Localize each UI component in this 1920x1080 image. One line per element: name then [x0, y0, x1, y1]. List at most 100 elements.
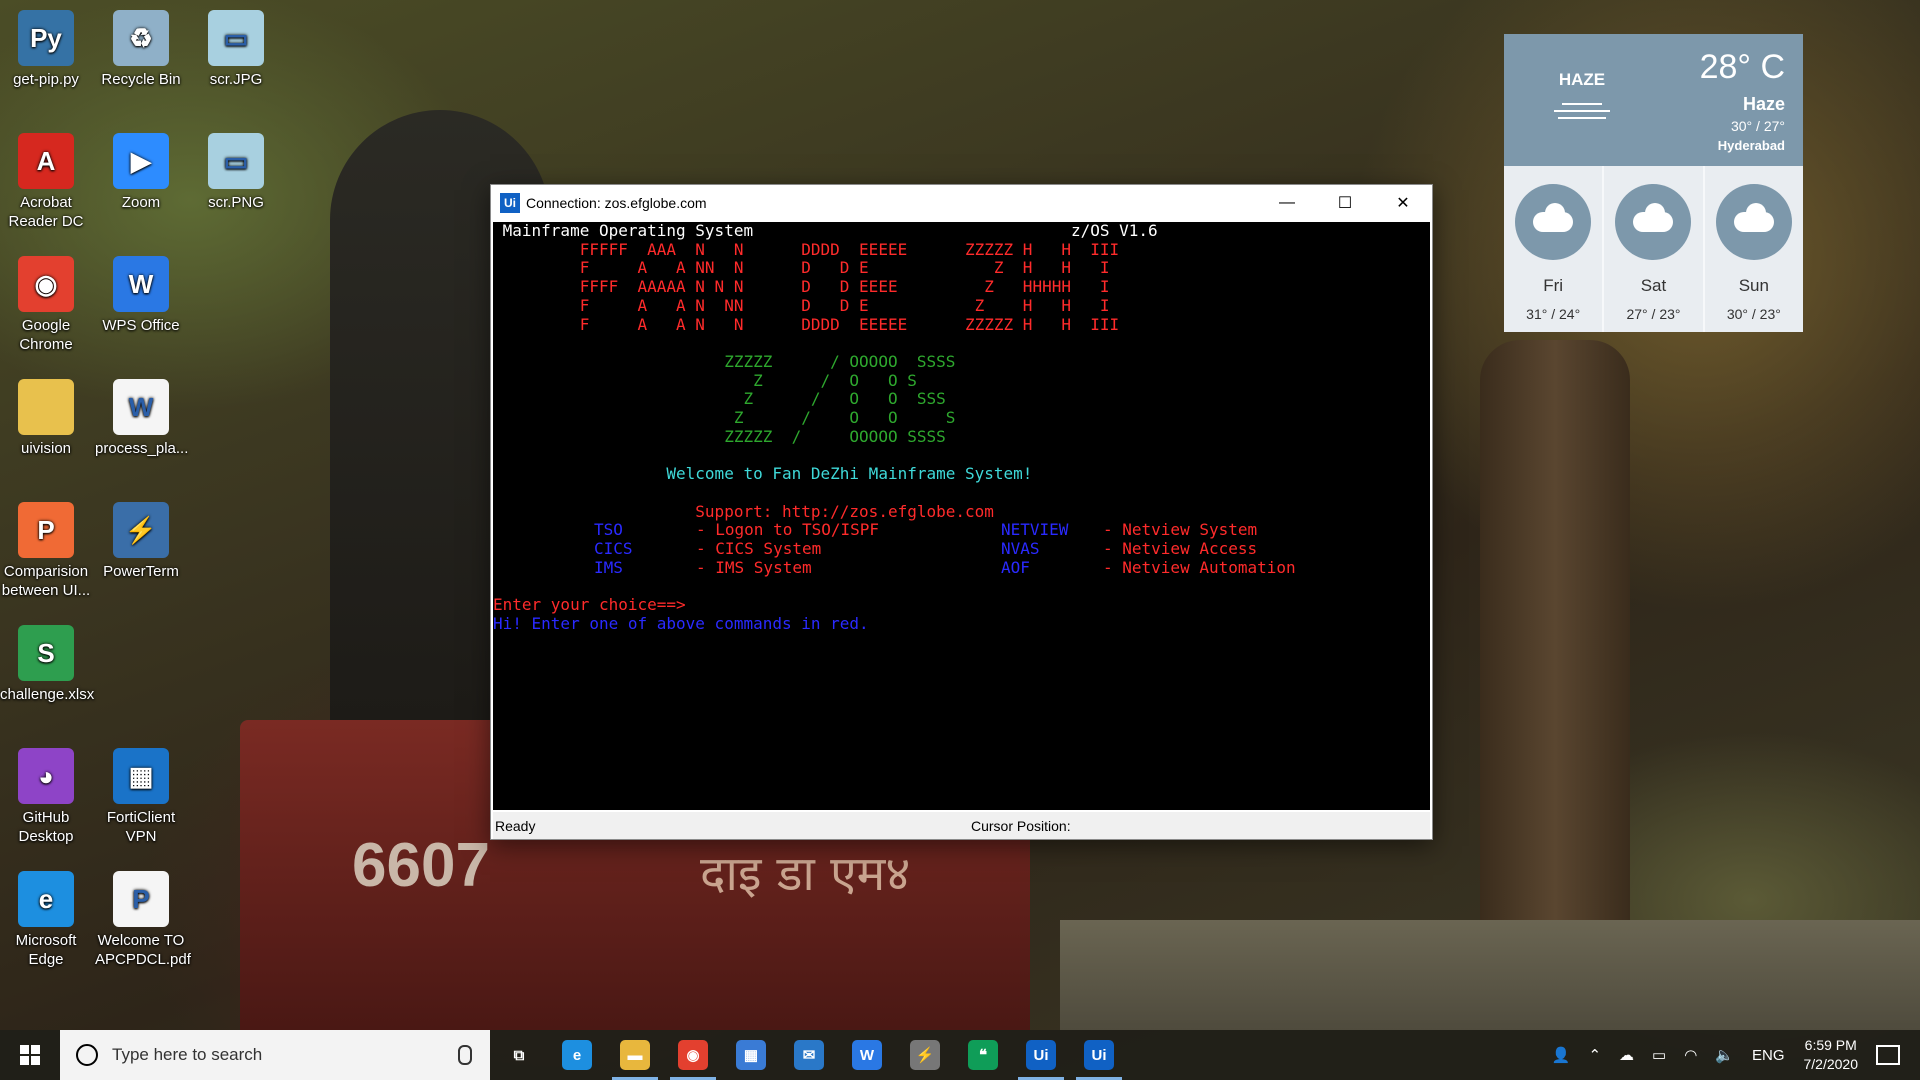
desktop-icon-label: Acrobat Reader DC — [8, 194, 84, 230]
weather-widget[interactable]: HAZE 28° C Haze 30° / 27° Hyderabad Fri … — [1504, 34, 1803, 332]
uipath-app-icon: Ui — [500, 193, 520, 213]
python-file-icon: Py — [18, 10, 74, 66]
taskbar-app-microsoft-store[interactable]: ▦ — [722, 1030, 780, 1080]
desktop-icon[interactable]: ⚡ PowerTerm — [95, 502, 187, 581]
github-desktop-icon: ◕ — [18, 748, 74, 804]
desktop-icon[interactable]: ▭ scr.PNG — [190, 133, 282, 212]
desktop-icon[interactable]: ♻ Recycle Bin — [95, 10, 187, 89]
pdf-file-icon: P — [113, 871, 169, 927]
cursor-position-label: Cursor Position: — [971, 818, 1071, 834]
menu-command[interactable]: TSO — [594, 520, 623, 540]
chevron-up-icon[interactable]: ⌃ — [1588, 1046, 1601, 1064]
weather-current: HAZE 28° C Haze 30° / 27° Hyderabad — [1504, 34, 1803, 166]
menu-command[interactable]: AOF — [1001, 558, 1030, 578]
desktop-icon[interactable]: Wprocess_pla... — [95, 379, 188, 458]
terminal-line: F A A N N DDDD EEEEE ZZZZZ H H III — [493, 314, 1120, 334]
desktop-icon[interactable]: e Microsoft Edge — [0, 871, 92, 969]
taskbar-app-file-explorer[interactable]: ▬ — [606, 1030, 664, 1080]
volume-icon[interactable]: 🔈 — [1715, 1046, 1734, 1064]
weather-range: 30° / 27° — [1730, 118, 1785, 134]
terminal-line: FFFFF AAA N N DDDD EEEEE ZZZZZ H H III — [493, 239, 1120, 259]
terminal-line: Z / O O S — [493, 408, 956, 427]
taskbar-app-mail[interactable]: ✉ — [780, 1030, 838, 1080]
desktop-icon[interactable]: A Acrobat Reader DC — [0, 133, 92, 231]
wallpaper-train-number: 6607 — [352, 831, 490, 900]
desktop-icon[interactable]: Schallenge.xlsx — [0, 625, 94, 704]
terminal-line: ZZZZZ / OOOOO SSSS — [493, 351, 956, 371]
wifi-icon[interactable]: ◠ — [1684, 1046, 1697, 1064]
notification-icon[interactable] — [1876, 1045, 1900, 1065]
chrome-icon: ◉ — [18, 256, 74, 312]
forticlient-icon: ▦ — [113, 748, 169, 804]
terminal-screen[interactable]: Mainframe Operating System z/OS V1.6 FFF… — [493, 222, 1430, 810]
taskbar-app-hangouts[interactable]: ❝ — [954, 1030, 1012, 1080]
menu-command[interactable]: NVAS — [1001, 539, 1040, 559]
taskbar-app-wps-office[interactable]: W — [838, 1030, 896, 1080]
taskbar-app-task-view[interactable]: ⧉ — [490, 1030, 548, 1080]
zoom-icon: ▶ — [113, 133, 169, 189]
terminal-line: F A A NN N D D E Z H H I — [493, 258, 1110, 278]
folder-icon — [18, 379, 74, 435]
terminal-window[interactable]: Ui Connection: zos.efglobe.com — ☐ ✕ Mai… — [490, 184, 1433, 840]
desktop-icon-label: scr.PNG — [208, 194, 264, 211]
chrome-icon: ◉ — [678, 1040, 708, 1070]
weather-condition-label: HAZE — [1558, 70, 1606, 89]
terminal-line: ZZZZZ / OOOOO SSSS — [493, 426, 946, 446]
desktop-icon[interactable]: W WPS Office — [95, 256, 187, 335]
desktop-icon[interactable]: P Comparision between UI... — [0, 502, 92, 600]
menu-command[interactable]: NETVIEW — [1001, 520, 1068, 540]
desktop-icon[interactable]: ▶ Zoom — [95, 133, 187, 212]
close-button[interactable]: ✕ — [1374, 185, 1432, 221]
people-icon[interactable]: 👤 — [1552, 1046, 1571, 1064]
word-document-icon: W — [113, 379, 169, 435]
terminal-line: Hi! Enter one of above commands in red. — [493, 613, 869, 633]
presentation-file-icon: P — [18, 502, 74, 558]
powerterm-icon: ⚡ — [113, 502, 169, 558]
forecast-day-range: 27° / 23° — [1626, 306, 1681, 322]
language-indicator[interactable]: ENG — [1752, 1047, 1785, 1064]
desktop-icon[interactable]: Py get-pip.py — [0, 10, 92, 89]
desktop-icon[interactable]: ◉ Google Chrome — [0, 256, 92, 354]
weather-condition: Haze — [1742, 94, 1785, 114]
start-button[interactable] — [0, 1030, 60, 1080]
forecast-day-name: Fri — [1543, 276, 1564, 295]
desktop-icon-label: GitHub Desktop — [18, 809, 74, 845]
desktop-icon[interactable]: ▦ FortiClient VPN — [95, 748, 187, 846]
cloud-icon — [1515, 184, 1592, 260]
uipath-2-icon: Ui — [1084, 1040, 1114, 1070]
desktop-icon-label: Comparision between UI... — [1, 563, 91, 599]
wallpaper-road — [1060, 920, 1920, 1030]
battery-icon[interactable]: ▭ — [1652, 1046, 1666, 1064]
desktop-icon[interactable]: P Welcome TO APCPDCL.pdf — [95, 871, 191, 969]
status-bar: Ready Cursor Position: — [493, 812, 1430, 839]
taskbar-app-uipath-2[interactable]: Ui — [1070, 1030, 1128, 1080]
clock-date: 7/2/2020 — [1803, 1056, 1859, 1072]
maximize-button[interactable]: ☐ — [1316, 185, 1374, 221]
terminal-line: Support: http://zos.efglobe.com — [493, 501, 994, 521]
system-tray: 👤 ⌃ ☁ ▭ ◠ 🔈 ENG 6:59 PM 7/2/2020 — [1543, 1030, 1920, 1080]
image-file-icon: ▭ — [208, 10, 264, 66]
clock[interactable]: 6:59 PM 7/2/2020 — [1804, 1036, 1859, 1074]
powerterm-icon: ⚡ — [910, 1040, 940, 1070]
taskbar-app-chrome[interactable]: ◉ — [664, 1030, 722, 1080]
uipath-1-icon: Ui — [1026, 1040, 1056, 1070]
desktop-icon[interactable]: ▭ scr.JPG — [190, 10, 282, 89]
cloud-icon — [1715, 184, 1792, 260]
search-placeholder: Type here to search — [112, 1045, 263, 1064]
microphone-icon[interactable] — [458, 1045, 472, 1065]
minimize-button[interactable]: — — [1258, 185, 1316, 221]
desktop-icon[interactable]: ◕ GitHub Desktop — [0, 748, 92, 846]
window-titlebar[interactable]: Ui Connection: zos.efglobe.com — ☐ ✕ — [491, 185, 1432, 221]
taskbar-app-edge[interactable]: e — [548, 1030, 606, 1080]
menu-command[interactable]: CICS — [594, 539, 633, 559]
taskbar-apps: ⧉ e ▬ ◉ ▦ ✉ W ⚡ ❝ Ui Ui — [490, 1030, 1128, 1080]
onedrive-icon[interactable]: ☁ — [1619, 1046, 1634, 1064]
taskbar-search-box[interactable]: Type here to search — [60, 1030, 490, 1080]
edge-icon: e — [18, 871, 74, 927]
taskbar-app-uipath-1[interactable]: Ui — [1012, 1030, 1070, 1080]
menu-description: - IMS System — [696, 557, 812, 577]
menu-command[interactable]: IMS — [594, 558, 623, 578]
image-file-icon: ▭ — [208, 133, 264, 189]
desktop-icon[interactable]: uivision — [0, 379, 92, 458]
taskbar-app-powerterm[interactable]: ⚡ — [896, 1030, 954, 1080]
